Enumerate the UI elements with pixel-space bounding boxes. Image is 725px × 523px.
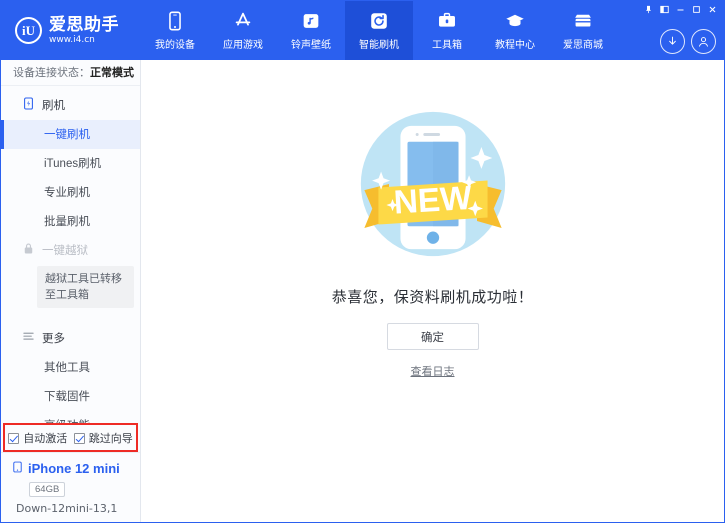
sidebar-item-download-firmware[interactable]: 下载固件: [1, 382, 140, 411]
option-auto-activate[interactable]: 自动激活: [8, 430, 67, 446]
brand-logo: iU 爱思助手 www.i4.cn: [1, 1, 141, 60]
sidebar-group-more[interactable]: 更多: [1, 324, 140, 353]
list-icon: [22, 330, 35, 346]
device-name-row: iPhone 12 mini: [12, 460, 140, 477]
sidebar-item-label: 其他工具: [44, 359, 90, 375]
user-icon[interactable]: [691, 29, 716, 54]
nav-label: 我的设备: [155, 36, 195, 51]
music-icon: [300, 10, 322, 32]
brand-url: www.i4.cn: [49, 36, 119, 45]
sidebar-item-one-key-flash[interactable]: 一键刷机: [1, 120, 140, 149]
graduation-icon: [504, 10, 526, 32]
store-icon: [572, 10, 594, 32]
nav-item-store[interactable]: 爱思商城: [549, 1, 617, 60]
skip-wizard-checkbox[interactable]: [74, 433, 85, 444]
sidebar-item-label: 专业刷机: [44, 184, 90, 200]
sidebar-item-other-tools[interactable]: 其他工具: [1, 353, 140, 382]
sidebar: 设备连接状态：正常模式 刷机 一键刷机 iTunes刷机 专业刷机: [1, 60, 141, 523]
connection-status: 设备连接状态：正常模式: [1, 60, 140, 86]
sidebar-item-advanced-features[interactable]: 高级功能: [1, 411, 140, 423]
sidebar-item-label: 一键刷机: [44, 126, 90, 142]
app-header: iU 爱思助手 www.i4.cn 我的设备 应用游戏: [1, 1, 724, 60]
appstore-icon: [232, 10, 254, 32]
sidebar-group-flash[interactable]: 刷机: [1, 91, 140, 120]
close-icon[interactable]: [705, 3, 720, 15]
brand-mark-icon: iU: [15, 17, 42, 44]
sidebar-item-label: 批量刷机: [44, 213, 90, 229]
success-message: 恭喜您，保资料刷机成功啦！: [332, 286, 534, 307]
nav-label: 智能刷机: [359, 36, 399, 51]
main-content: NEW 恭喜您，保资料刷机成功啦！ 确定 查看日志: [141, 60, 724, 523]
jailbreak-tooltip: 越狱工具已转移至工具箱: [37, 266, 134, 308]
app-body: 设备连接状态：正常模式 刷机 一键刷机 iTunes刷机 专业刷机: [1, 60, 724, 523]
nav-item-my-device[interactable]: 我的设备: [141, 1, 209, 60]
header-actions: [660, 29, 716, 54]
sidebar-spacer: [1, 310, 140, 324]
sidebar-group-label: 刷机: [42, 97, 65, 113]
flash-options-highlight: 自动激活 跳过向导: [3, 423, 138, 452]
nav-label: 爱思商城: [563, 36, 603, 51]
download-icon[interactable]: [660, 29, 685, 54]
refresh-icon: [368, 10, 390, 32]
sidebar-item-itunes-flash[interactable]: iTunes刷机: [1, 149, 140, 178]
main-nav: 我的设备 应用游戏 铃声壁纸 智能刷机: [141, 1, 724, 60]
toolbox-icon: [436, 10, 458, 32]
brand-text: 爱思助手 www.i4.cn: [49, 16, 119, 45]
option-skip-wizard[interactable]: 跳过向导: [74, 430, 133, 446]
app-window: iU 爱思助手 www.i4.cn 我的设备 应用游戏: [0, 0, 725, 523]
lock-icon: [22, 242, 35, 258]
phone-icon: [12, 460, 23, 477]
flash-device-icon: [22, 97, 35, 113]
option-label: 自动激活: [23, 430, 67, 446]
sidebar-item-pro-flash[interactable]: 专业刷机: [1, 178, 140, 207]
connected-device[interactable]: iPhone 12 mini 64GB Down-12mini-13,1: [1, 452, 140, 523]
nav-item-smart-flash[interactable]: 智能刷机: [345, 1, 413, 60]
sidebar-group-label: 一键越狱: [42, 242, 88, 258]
sidebar-nav-list: 刷机 一键刷机 iTunes刷机 专业刷机 批量刷机: [1, 86, 140, 423]
device-icon: [164, 10, 186, 32]
nav-item-ringtone-wallpaper[interactable]: 铃声壁纸: [277, 1, 345, 60]
device-name: iPhone 12 mini: [28, 461, 120, 476]
view-log-link[interactable]: 查看日志: [411, 363, 455, 379]
minimize-icon[interactable]: [673, 3, 688, 15]
menu-icon[interactable]: [657, 3, 672, 15]
ribbon-text: NEW: [392, 180, 473, 222]
nav-label: 应用游戏: [223, 36, 263, 51]
device-model: Down-12mini-13,1: [16, 502, 140, 515]
sidebar-item-label: iTunes刷机: [44, 155, 101, 171]
sidebar-item-label: 下载固件: [44, 388, 90, 404]
device-capacity-badge: 64GB: [29, 482, 65, 497]
nav-label: 教程中心: [495, 36, 535, 51]
nav-item-toolbox[interactable]: 工具箱: [413, 1, 481, 60]
nav-label: 铃声壁纸: [291, 36, 331, 51]
sidebar-group-label: 更多: [42, 330, 65, 346]
connection-status-label: 设备连接状态：: [13, 64, 90, 80]
new-badge-phone-illustration: NEW: [345, 96, 521, 272]
confirm-button[interactable]: 确定: [387, 323, 479, 350]
nav-label: 工具箱: [432, 36, 462, 51]
brand-name: 爱思助手: [49, 16, 119, 33]
pin-icon[interactable]: [641, 3, 656, 15]
sidebar-group-jailbreak: 一键越狱: [1, 236, 140, 265]
window-controls: [641, 3, 720, 15]
auto-activate-checkbox[interactable]: [8, 433, 19, 444]
connection-status-value: 正常模式: [90, 64, 134, 80]
sidebar-item-batch-flash[interactable]: 批量刷机: [1, 207, 140, 236]
nav-item-tutorial-center[interactable]: 教程中心: [481, 1, 549, 60]
option-label: 跳过向导: [89, 430, 133, 446]
nav-item-apps-games[interactable]: 应用游戏: [209, 1, 277, 60]
maximize-icon[interactable]: [689, 3, 704, 15]
